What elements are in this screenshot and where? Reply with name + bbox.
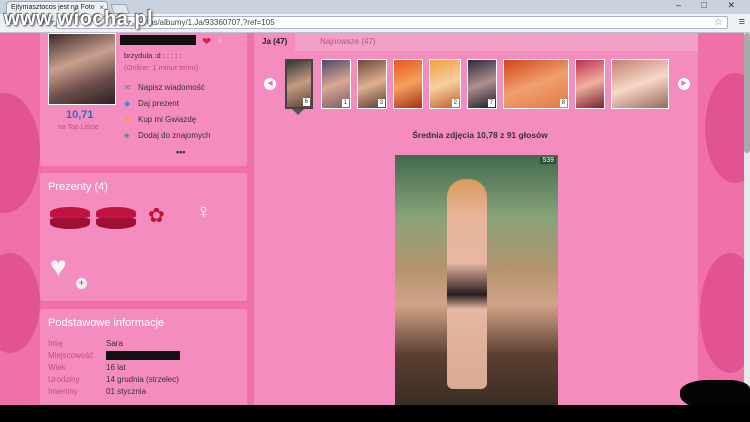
gift-lips[interactable]: [50, 207, 90, 229]
menu-icon[interactable]: ≡: [739, 16, 745, 28]
scrollbar-thumb[interactable]: [744, 33, 750, 153]
tab-newest[interactable]: Najnowsze (47): [312, 33, 384, 51]
thumbnail[interactable]: [611, 59, 669, 109]
username-redacted: [120, 35, 196, 45]
heart-icon[interactable]: ❤: [202, 35, 211, 48]
background-pattern: [0, 253, 40, 353]
envelope-icon: ✉: [124, 83, 131, 92]
gift-diamond-heart[interactable]: ♥: [50, 251, 67, 283]
rating-sub[interactable]: na Top Liście: [58, 124, 99, 131]
scrollbar[interactable]: [744, 33, 750, 405]
strip-next-icon[interactable]: ▶: [678, 78, 690, 90]
thumbnail[interactable]: 8: [503, 59, 569, 109]
background-pattern: [0, 93, 40, 213]
thumbnail[interactable]: 3: [357, 59, 387, 109]
thumbnail[interactable]: 6: [285, 59, 313, 109]
gift-roses[interactable]: ✿: [148, 203, 165, 228]
city-redacted: [106, 351, 180, 361]
thumbnail[interactable]: 2: [429, 59, 461, 109]
view-count: 539: [540, 157, 556, 164]
friends-icon: ♣: [124, 131, 130, 140]
background-pattern: [700, 253, 750, 373]
page-content: ❤ ● brzydula :d : : : : : (Online: 1 min…: [0, 33, 750, 405]
window-controls[interactable]: – □ ✕: [676, 0, 744, 11]
gift-lips[interactable]: [96, 207, 136, 229]
main-photo[interactable]: 539: [395, 155, 558, 405]
more-actions[interactable]: •••: [176, 147, 185, 157]
action-give-gift[interactable]: ◆ Daj prezent: [124, 99, 179, 108]
watermark-logo: www.wiocha.pl: [4, 8, 154, 30]
average-rating-text: Średnia zdjęcia 10,78 z 91 głosów: [412, 130, 548, 140]
url-text: ps/albumy/1,Ja/93360707,?ref=105: [149, 18, 275, 27]
thumbnail[interactable]: [393, 59, 423, 109]
strip-prev-icon[interactable]: ◀: [264, 78, 276, 90]
action-send-message[interactable]: ✉ Napisz wiadomość: [124, 83, 205, 92]
bottom-letterbox: [0, 405, 750, 422]
address-bar[interactable]: ps/albumy/1,Ja/93360707,?ref=105 ☆: [56, 16, 728, 29]
gifts-title: Prezenty (4): [48, 181, 108, 193]
star-icon: ★: [124, 115, 132, 124]
album-tabs: Ja (47) Najnowsze (47): [254, 33, 698, 51]
add-gift-icon[interactable]: +: [76, 278, 87, 289]
thumbnail[interactable]: 7: [467, 59, 497, 109]
profile-photo[interactable]: [48, 33, 116, 105]
thumbnail[interactable]: 1: [321, 59, 351, 109]
gift-icon: ◆: [124, 99, 131, 108]
bookmark-star-icon[interactable]: ☆: [714, 17, 723, 28]
rating-value: 10,71: [66, 109, 94, 121]
action-buy-star[interactable]: ★ Kup mi Gwiazdę: [124, 115, 196, 124]
selected-thumb-pointer: [292, 109, 304, 115]
gender-icon: ●: [218, 36, 223, 45]
gift-figure[interactable]: ♀: [196, 201, 211, 224]
info-title: Podstawowe informacje: [48, 317, 165, 329]
thumbnail[interactable]: [575, 59, 605, 109]
photo-subject: [447, 179, 487, 389]
profile-status: brzydula :d : : : : :: [124, 51, 182, 60]
online-status: (Online: 1 minut temu): [124, 63, 199, 72]
tab-ja[interactable]: Ja (47): [254, 33, 296, 51]
action-add-friend[interactable]: ♣ Dodaj do znajomych: [124, 131, 210, 140]
